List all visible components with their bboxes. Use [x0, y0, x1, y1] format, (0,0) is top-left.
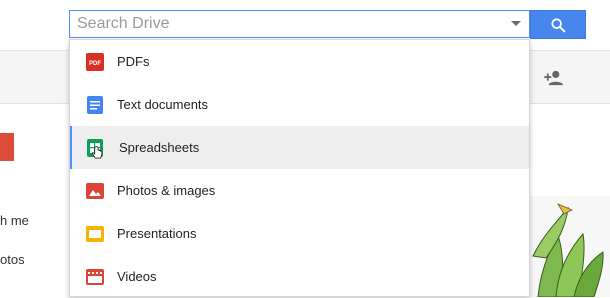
sidebar-item-photos[interactable]: otos — [0, 252, 25, 267]
dropdown-item-spreadsheets[interactable]: Spreadsheets — [70, 126, 529, 169]
search-input[interactable] — [70, 11, 507, 37]
dropdown-item-label: Spreadsheets — [119, 140, 200, 155]
dropdown-item-label: PDFs — [117, 54, 150, 69]
search-box[interactable] — [69, 10, 530, 38]
hand-cursor-icon — [92, 146, 103, 159]
pdf-icon: PDF — [86, 52, 104, 71]
dropdown-item-videos[interactable]: Videos — [70, 255, 529, 298]
add-person-icon[interactable] — [543, 70, 565, 86]
dropdown-item-label: Presentations — [117, 226, 197, 241]
presentation-icon — [86, 225, 104, 242]
dropdown-item-photos-images[interactable]: Photos & images — [70, 169, 529, 212]
dropdown-item-label: Photos & images — [117, 183, 216, 198]
document-icon — [87, 95, 103, 114]
svg-text:PDF: PDF — [89, 61, 101, 67]
dropdown-item-text-documents[interactable]: Text documents — [70, 83, 529, 126]
new-button[interactable] — [0, 133, 14, 161]
search-options-dropdown-icon[interactable] — [511, 21, 521, 26]
sidebar-item-shared-with-me[interactable]: h me — [0, 213, 29, 228]
plant-thumbnail-image — [528, 196, 610, 297]
search-button[interactable] — [530, 10, 586, 39]
dropdown-item-presentations[interactable]: Presentations — [70, 212, 529, 255]
dropdown-item-label: Videos — [117, 269, 157, 284]
search-icon — [551, 17, 566, 32]
search-type-dropdown: PDF PDFs Text documents Spreadsheets Pho… — [69, 39, 530, 297]
image-icon — [86, 182, 104, 199]
dropdown-item-pdfs[interactable]: PDF PDFs — [70, 40, 529, 83]
video-icon — [86, 268, 104, 285]
dropdown-item-label: Text documents — [117, 97, 209, 112]
